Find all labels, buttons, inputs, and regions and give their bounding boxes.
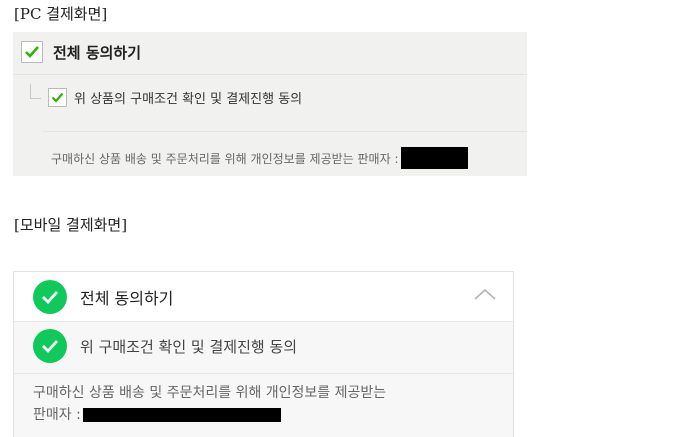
pc-agree-all-row[interactable]: 전체 동의하기 bbox=[21, 41, 141, 63]
mobile-seller-info-line2-row: 판매자 : bbox=[33, 404, 503, 426]
mobile-purchase-agree-check[interactable] bbox=[33, 329, 67, 363]
checkmark-icon bbox=[25, 46, 39, 58]
pc-purchase-agree-checkbox[interactable] bbox=[48, 88, 67, 107]
pc-seller-info: 구매하신 상품 배송 및 주문처리를 위해 개인정보를 제공받는 판매자 : bbox=[51, 147, 468, 169]
divider bbox=[43, 131, 527, 132]
mobile-seller-info: 구매하신 상품 배송 및 주문처리를 위해 개인정보를 제공받는 판매자 : bbox=[33, 382, 503, 426]
mobile-agree-all-row[interactable]: 전체 동의하기 bbox=[33, 280, 173, 314]
divider bbox=[14, 373, 513, 374]
mobile-seller-info-line1: 구매하신 상품 배송 및 주문처리를 위해 개인정보를 제공받는 bbox=[33, 385, 387, 401]
pc-caption: [PC 결제화면] bbox=[14, 5, 108, 23]
mobile-purchase-agree-label: 위 구매조건 확인 및 결제진행 동의 bbox=[80, 337, 298, 356]
redacted-seller-name bbox=[82, 408, 281, 422]
divider bbox=[13, 74, 527, 75]
pc-seller-info-text: 구매하신 상품 배송 및 주문처리를 위해 개인정보를 제공받는 판매자 : bbox=[51, 151, 399, 166]
pc-purchase-agree-row[interactable]: 위 상품의 구매조건 확인 및 결제진행 동의 bbox=[48, 88, 302, 107]
pc-agree-all-label: 전체 동의하기 bbox=[53, 43, 142, 62]
check-circle-icon bbox=[42, 291, 59, 305]
check-circle-icon bbox=[42, 340, 59, 354]
mobile-agree-all-label: 전체 동의하기 bbox=[80, 289, 174, 308]
pc-purchase-agree-label: 위 상품의 구매조건 확인 및 결제진행 동의 bbox=[74, 92, 303, 107]
mobile-agreement-panel: 전체 동의하기 위 구매조건 확인 및 결제진행 동의 구매하신 상품 배송 및… bbox=[13, 271, 514, 437]
mobile-agree-all-header[interactable]: 전체 동의하기 bbox=[14, 272, 513, 322]
pc-agree-all-checkbox[interactable] bbox=[21, 41, 43, 63]
checkmark-icon bbox=[51, 92, 64, 103]
mobile-agreement-details: 위 구매조건 확인 및 결제진행 동의 구매하신 상품 배송 및 주문처리를 위… bbox=[14, 322, 513, 437]
chevron-up-icon[interactable] bbox=[473, 286, 497, 305]
mobile-caption: [모바일 결제화면] bbox=[14, 216, 128, 234]
tree-branch-line bbox=[30, 84, 41, 99]
mobile-purchase-agree-row[interactable]: 위 구매조건 확인 및 결제진행 동의 bbox=[33, 329, 297, 363]
pc-agreement-panel: 전체 동의하기 위 상품의 구매조건 확인 및 결제진행 동의 구매하신 상품 … bbox=[13, 32, 527, 176]
redacted-seller-name bbox=[400, 147, 468, 169]
mobile-seller-info-line2: 판매자 : bbox=[33, 407, 81, 423]
mobile-agree-all-check[interactable] bbox=[33, 280, 67, 314]
